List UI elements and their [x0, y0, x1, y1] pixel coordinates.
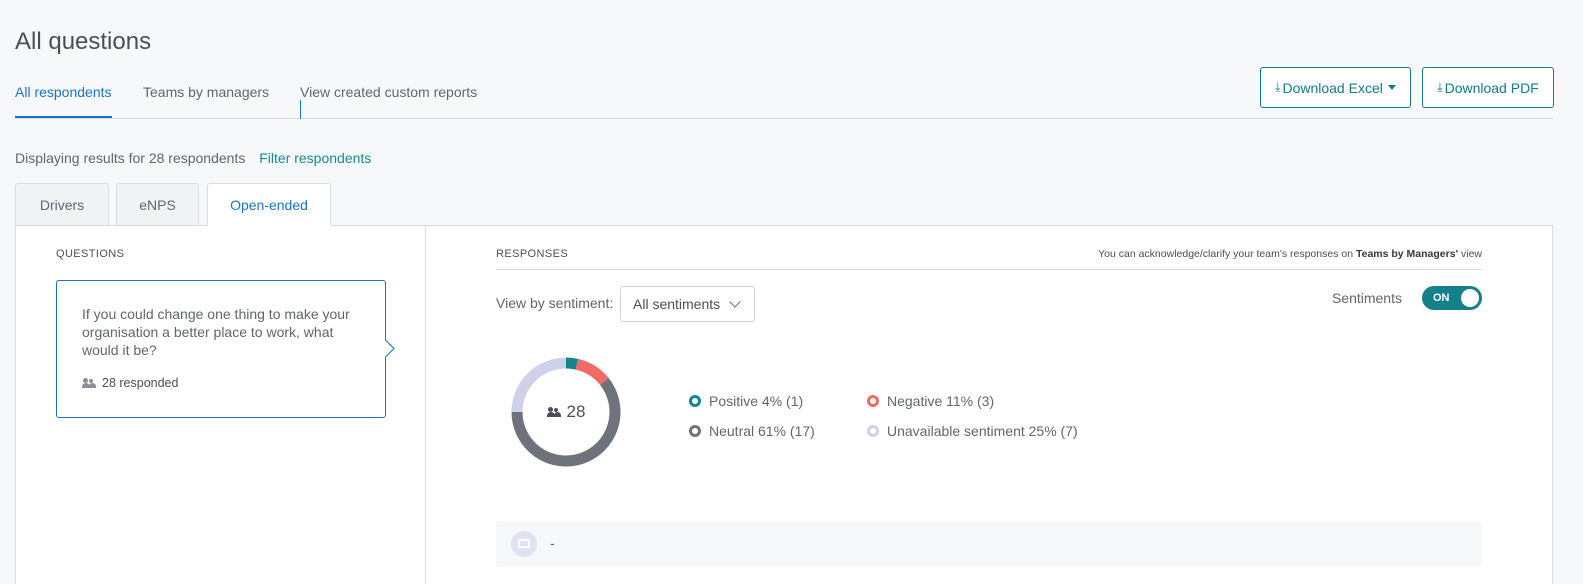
responses-heading: RESPONSES [496, 248, 569, 260]
questions-heading: QUESTIONS [56, 248, 125, 260]
toggle-state: ON [1433, 292, 1450, 304]
download-icon: ⤓ [1275, 80, 1281, 94]
page-title: All questions [15, 28, 152, 55]
download-icon: ⤓ [1437, 80, 1443, 94]
sentiments-toggle[interactable]: ON [1422, 286, 1482, 310]
tab-all-respondents[interactable]: All respondents [15, 84, 112, 118]
legend-dot-positive [689, 395, 701, 407]
donut-center: 28 [511, 357, 621, 467]
legend-dot-unavailable [867, 425, 879, 437]
download-pdf-button[interactable]: ⤓ Download PDF [1422, 67, 1554, 108]
chevron-down-icon [729, 296, 741, 308]
tab-custom-reports[interactable]: View created custom reports [300, 84, 477, 100]
note-suffix: view [1460, 248, 1482, 260]
question-text: If you could change one thing to make yo… [82, 306, 350, 358]
legend-neutral: Neutral 61% (17) [689, 423, 815, 439]
toggle-knob [1461, 289, 1479, 307]
open-ended-panel: QUESTIONS If you could change one thing … [15, 225, 1553, 584]
question-card[interactable]: If you could change one thing to make yo… [56, 280, 386, 418]
acknowledge-note: You can acknowledge/clarify your team's … [1098, 248, 1482, 260]
responded-count: 28 responded [82, 376, 178, 390]
tab-enps[interactable]: eNPS [116, 183, 199, 226]
tab-hover-marker [300, 100, 301, 119]
download-excel-label: Download Excel [1282, 79, 1383, 96]
legend-unavailable: Unavailable sentiment 25% (7) [867, 423, 1078, 439]
tab-teams-by-managers[interactable]: Teams by managers [143, 84, 269, 100]
comment-icon [511, 531, 537, 557]
legend-dot-negative [867, 395, 879, 407]
legend-dot-neutral [689, 425, 701, 437]
response-text: - [550, 535, 555, 551]
people-icon [546, 407, 562, 417]
sentiment-filter-select[interactable]: All sentiments [620, 286, 755, 322]
note-prefix: You can acknowledge/clarify your team's … [1098, 248, 1354, 260]
legend-unavailable-label: Unavailable sentiment 25% (7) [887, 423, 1078, 439]
responded-label: 28 responded [102, 376, 179, 390]
tab-open-ended[interactable]: Open-ended [207, 183, 331, 226]
sentiments-label: Sentiments [1331, 290, 1402, 306]
divider [496, 269, 1482, 270]
view-by-label: View by sentiment: [496, 295, 614, 311]
note-bold: Teams by Managers' [1355, 248, 1459, 260]
results-summary: Displaying results for 28 respondents Fi… [15, 150, 371, 166]
questions-column: QUESTIONS If you could change one thing … [16, 226, 426, 584]
legend-negative-label: Negative 11% (3) [887, 393, 995, 409]
legend-neutral-label: Neutral 61% (17) [709, 423, 815, 439]
caret-down-icon [1387, 85, 1396, 90]
people-icon [82, 378, 97, 388]
legend-negative: Negative 11% (3) [867, 393, 994, 409]
sentiment-filter-value: All sentiments [633, 296, 721, 312]
response-row: - [496, 521, 1482, 567]
filter-respondents-link[interactable]: Filter respondents [259, 150, 371, 166]
legend-positive-label: Positive 4% (1) [709, 393, 804, 409]
results-count-text: Displaying results for 28 respondents [15, 150, 246, 166]
legend-positive: Positive 4% (1) [689, 393, 803, 409]
tab-drivers[interactable]: Drivers [15, 183, 109, 226]
responses-column: RESPONSES You can acknowledge/clarify yo… [427, 226, 1552, 584]
page: All questions All respondents Teams by m… [0, 0, 1583, 584]
donut-total: 28 [566, 402, 586, 421]
download-excel-button[interactable]: ⤓ Download Excel [1260, 67, 1411, 108]
download-pdf-label: Download PDF [1444, 79, 1539, 96]
